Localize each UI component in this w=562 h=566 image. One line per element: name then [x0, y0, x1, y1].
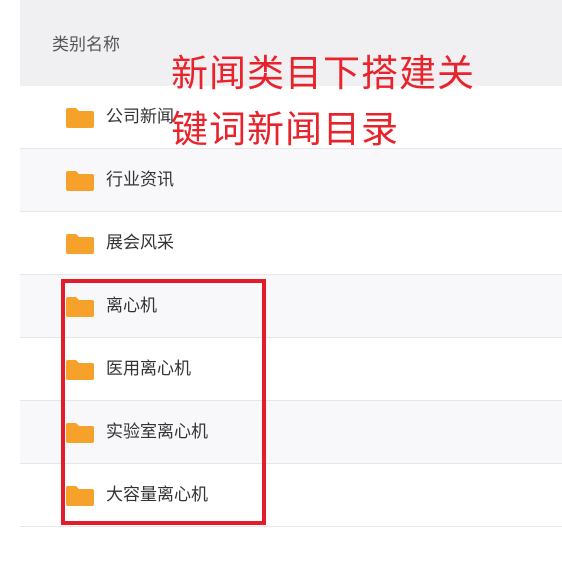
category-row-industry-news[interactable]: 行业资讯	[20, 149, 562, 212]
category-row-exhibition[interactable]: 展会风采	[20, 212, 562, 275]
annotation-text: 新闻类目下搭建关 键词新闻目录	[171, 46, 531, 158]
folder-icon	[66, 108, 94, 128]
folder-icon	[66, 171, 94, 191]
category-label: 展会风采	[106, 233, 174, 253]
column-header-category-name: 类别名称	[52, 35, 120, 55]
keyword-category-highlight-box	[61, 279, 266, 525]
annotation-line-2: 键词新闻目录	[171, 108, 399, 151]
annotation-line-1: 新闻类目下搭建关	[171, 52, 475, 95]
category-label: 公司新闻	[106, 107, 174, 127]
category-label: 行业资讯	[106, 170, 174, 190]
folder-icon	[66, 234, 94, 254]
